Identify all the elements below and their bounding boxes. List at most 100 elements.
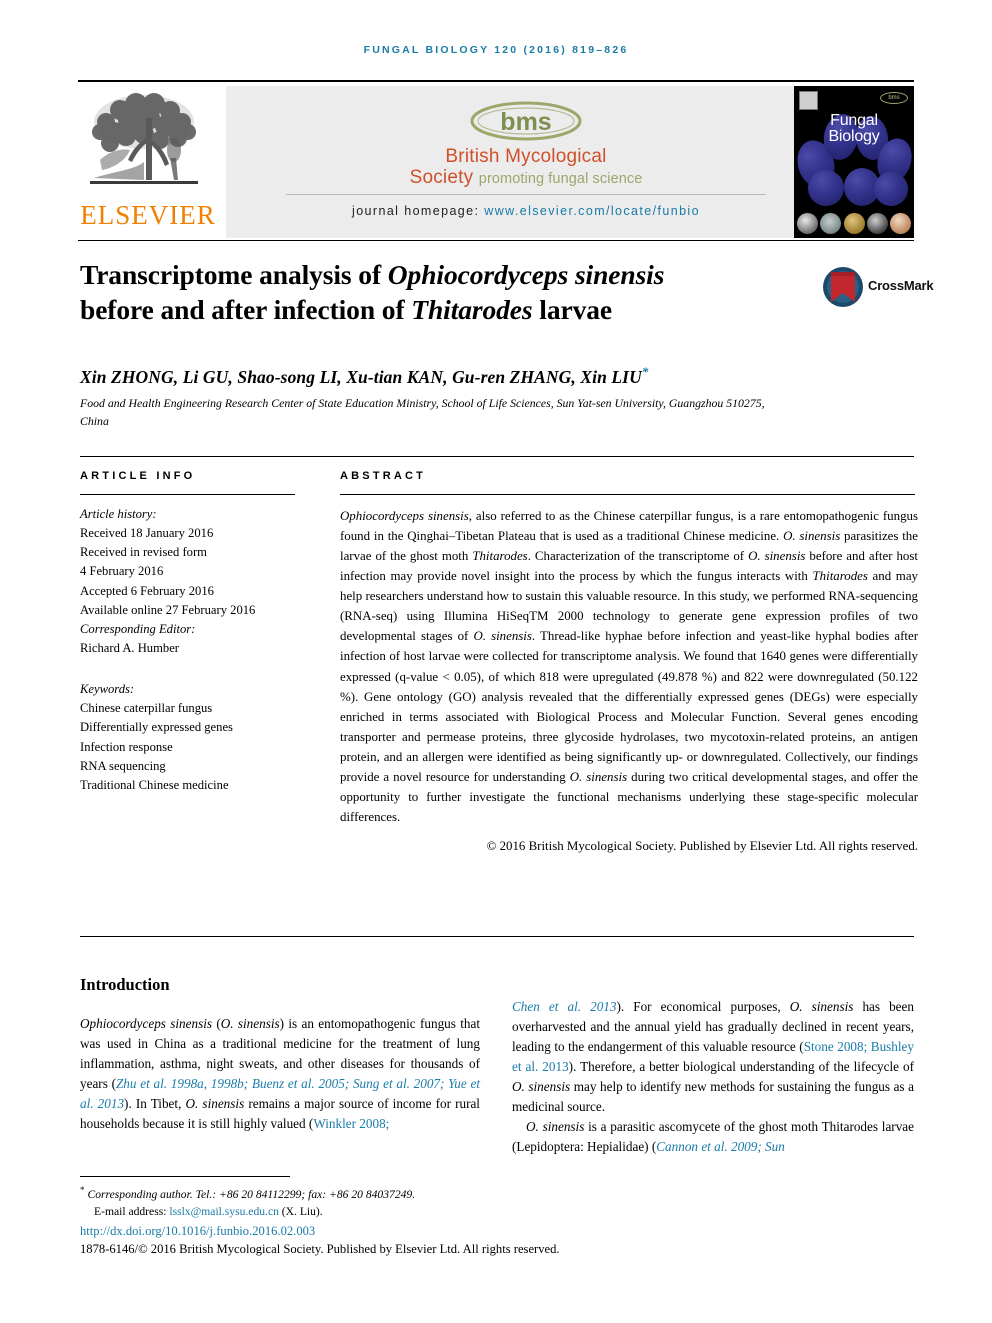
email-label: E-mail address: — [94, 1204, 170, 1218]
svg-text:bms: bms — [500, 108, 551, 136]
bms-tagline: promoting fungal science — [478, 171, 643, 188]
crossmark-badge[interactable]: CrossMark — [822, 266, 934, 310]
article-history-item: Accepted 6 February 2016 — [80, 583, 214, 598]
intro-species: O. sinensis — [526, 1119, 585, 1135]
abstract-text: Ophiocordyceps sinensis, also referred t… — [340, 506, 918, 856]
email-owner: (X. Liu). — [278, 1204, 323, 1218]
abstract-seg: . Characterization of the transcriptome … — [527, 549, 749, 564]
masthead-bottom-rule — [78, 240, 914, 241]
journal-cover-thumbnail[interactable]: bms Fungal Biology — [794, 86, 914, 238]
cover-bms-mini-icon: bms — [880, 92, 908, 104]
intro-seg: ). Therefore, a better biological unders… — [568, 1059, 914, 1075]
elsevier-tree-icon — [90, 93, 198, 184]
intro-paragraph: O. sinensis is a parasitic ascomycete of… — [512, 1117, 914, 1157]
cover-micrograph-thumb — [797, 213, 818, 234]
intro-right-column: Chen et al. 2013). For economical purpos… — [512, 997, 914, 1158]
abstract-species: O. sinensis — [783, 529, 841, 544]
author-list: Xin ZHONG, Li GU, Shao-song LI, Xu-tian … — [80, 364, 840, 388]
section-top-rule — [80, 456, 914, 457]
footnote-marker: * — [80, 1185, 85, 1195]
keyword-item: Chinese caterpillar fungus — [80, 701, 213, 716]
article-info-header: ARTICLE INFO — [80, 470, 196, 482]
intro-seg: may help to identify new methods for sus… — [512, 1079, 914, 1115]
masthead-top-rule — [78, 80, 914, 82]
intro-seg: ). In Tibet, — [124, 1096, 186, 1112]
cover-elsevier-mini-icon — [799, 91, 818, 110]
corresponding-author-marker: * — [641, 364, 649, 379]
abstract-species: O. sinensis — [473, 629, 532, 644]
article-history-item: Available online 27 February 2016 — [80, 602, 256, 617]
intro-left-text: Ophiocordyceps sinensis (O. sinensis) is… — [80, 1014, 480, 1134]
doi-link[interactable]: http://dx.doi.org/10.1016/j.funbio.2016.… — [80, 1224, 315, 1239]
intro-left-column: Introduction Ophiocordyceps sinensis (O.… — [80, 975, 480, 1134]
footnote-rule — [80, 1176, 290, 1177]
citation-link[interactable]: Cannon et al. 2009; Sun — [656, 1139, 785, 1154]
abstract-header: ABSTRACT — [340, 470, 427, 482]
page-title: Transcriptome analysis of Ophiocordyceps… — [80, 258, 770, 328]
intro-heading: Introduction — [80, 975, 170, 994]
cover-micrograph-thumb — [890, 213, 911, 234]
corresponding-author-footnote: * Corresponding author. Tel.: +86 20 8411… — [80, 1184, 680, 1220]
intro-paragraph: Ophiocordyceps sinensis (O. sinensis) is… — [80, 1014, 480, 1134]
keyword-item: RNA sequencing — [80, 758, 166, 773]
cover-micrograph-thumb — [843, 213, 865, 234]
intro-seg: ( — [212, 1016, 221, 1031]
abstract-species: Thitarodes — [472, 549, 528, 564]
article-history-label: Article history: — [80, 507, 157, 521]
running-head: FUNGAL BIOLOGY 120 (2016) 819–826 — [363, 44, 629, 56]
corresponding-editor-label: Corresponding Editor: — [80, 621, 196, 636]
email-link[interactable]: lsslx@mail.sysu.edu.cn — [169, 1205, 279, 1218]
cover-micrograph-row — [797, 208, 911, 234]
cover-micrograph-thumb — [820, 213, 842, 234]
intro-species: O. sinensis — [512, 1079, 571, 1095]
intro-seg: ). For economical purposes, — [616, 999, 790, 1014]
keyword-item: Differentially expressed genes — [80, 720, 233, 735]
crossmark-icon — [823, 267, 863, 307]
abstract-underline — [340, 494, 915, 495]
corresponding-editor-name: Richard A. Humber — [80, 640, 179, 655]
intro-species: O. sinensis — [220, 1016, 280, 1031]
author-names: Xin ZHONG, Li GU, Shao-song LI, Xu-tian … — [80, 366, 642, 387]
article-info-underline — [80, 494, 295, 495]
homepage-link[interactable]: www.elsevier.com/locate/funbio — [484, 204, 700, 218]
cover-title-line-1: Fungal — [830, 112, 878, 129]
elsevier-wordmark: ELSEVIER — [80, 200, 216, 230]
citation-link[interactable]: Chen et al. 2013 — [512, 999, 616, 1014]
corresponding-author-details: Corresponding author. Tel.: +86 20 84112… — [87, 1187, 416, 1201]
masthead-center-band: bms British Mycological Society promotin… — [226, 86, 826, 238]
title-species-2: Thitarodes — [411, 293, 533, 325]
cover-micrograph-thumb — [866, 213, 888, 234]
article-history-item: Received 18 January 2016 — [80, 526, 214, 541]
cover-journal-title: Fungal Biology — [794, 113, 914, 145]
article-history-item: 4 February 2016 — [80, 564, 164, 579]
issn-copyright: 1878-6146/© 2016 British Mycological Soc… — [80, 1242, 560, 1256]
keyword-item: Infection response — [80, 739, 173, 754]
cover-title-line-2: Biology — [828, 128, 880, 145]
homepage-label: journal homepage: — [352, 204, 480, 218]
abstract-species: Thitarodes — [812, 569, 868, 584]
keywords-label: Keywords: — [80, 682, 135, 697]
intro-paragraph: Chen et al. 2013). For economical purpos… — [512, 997, 914, 1117]
citation-link[interactable]: Winkler 2008; — [313, 1116, 389, 1131]
journal-homepage: journal homepage: www.elsevier.com/locat… — [226, 204, 826, 218]
abstract-species: Ophiocordyceps sinensis — [340, 509, 469, 523]
title-part-2: before and after infection of — [80, 293, 412, 325]
intro-right-text: Chen et al. 2013). For economical purpos… — [512, 997, 914, 1158]
intro-species: O. sinensis — [185, 1096, 245, 1112]
bms-society-name: British Mycological Society promoting fu… — [226, 146, 826, 189]
bms-line-1: British Mycological — [445, 146, 607, 167]
section-bottom-rule — [80, 936, 914, 937]
article-history-item: Received in revised form — [80, 545, 207, 560]
homepage-divider — [286, 194, 766, 195]
title-part-3: larvae — [532, 293, 612, 325]
abstract-seg: . Thread-like hyphae before infection an… — [340, 629, 918, 784]
affiliation: Food and Health Engineering Research Cen… — [80, 396, 765, 429]
bms-line-2: Society promoting fungal science — [409, 167, 643, 189]
bms-society-block: bms British Mycological Society promotin… — [226, 100, 826, 189]
journal-article-page: FUNGAL BIOLOGY 120 (2016) 819–826 ELSEVI… — [0, 0, 992, 1323]
title-species-1: Ophiocordyceps sinensis — [387, 259, 665, 290]
abstract-species: O. sinensis — [569, 769, 628, 784]
article-info-column: Article history: Received 18 January 201… — [80, 505, 300, 795]
keyword-item: Traditional Chinese medicine — [80, 777, 229, 792]
abstract-copyright: © 2016 British Mycological Society. Publ… — [486, 839, 918, 853]
